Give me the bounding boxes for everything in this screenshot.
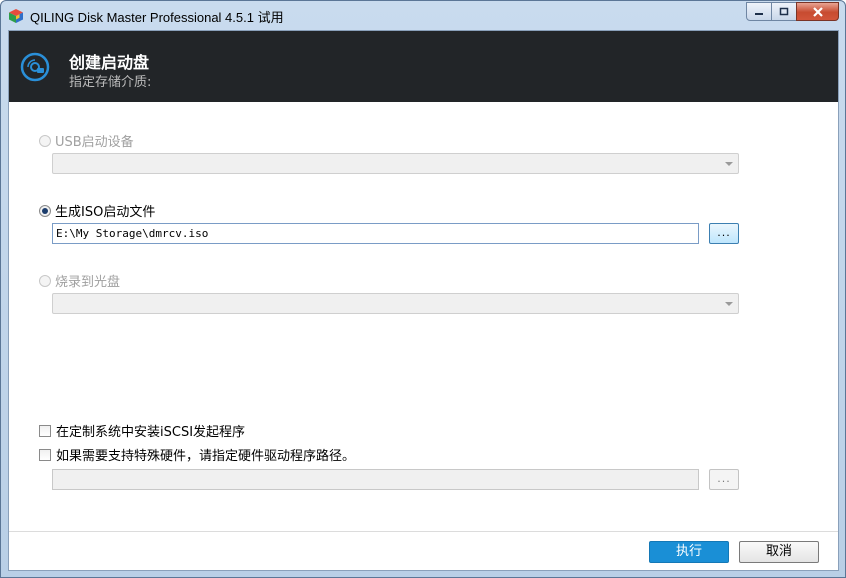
minimize-button[interactable] (746, 2, 772, 21)
drivers-checkbox[interactable] (39, 448, 51, 461)
dialog-body: 创建启动盘 指定存储介质: USB启动设备 生成ISO启动文件 E:\My St… (8, 30, 839, 571)
page-header: 创建启动盘 指定存储介质: (9, 31, 838, 102)
drivers-label: 如果需要支持特殊硬件，请指定硬件驱动程序路径。 (56, 449, 356, 464)
iscsi-option[interactable]: 在定制系统中安装iSCSI发起程序 (39, 421, 245, 440)
iso-radio[interactable] (39, 204, 51, 217)
cancel-button[interactable]: 取消 (739, 541, 819, 563)
iscsi-checkbox[interactable] (39, 424, 51, 437)
usb-device-select[interactable] (52, 153, 739, 174)
disc-option[interactable]: 烧录到光盘 (39, 271, 120, 290)
disc-radio[interactable] (39, 274, 51, 287)
driver-path-input[interactable] (52, 469, 699, 490)
iso-browse-button[interactable]: ... (709, 223, 739, 244)
app-cube-icon (9, 9, 23, 23)
execute-button[interactable]: 执行 (649, 541, 729, 563)
disc-option-label: 烧录到光盘 (55, 275, 121, 290)
iso-option[interactable]: 生成ISO启动文件 (39, 201, 155, 220)
page-subtitle: 指定存储介质: (69, 75, 152, 90)
chevron-down-icon (725, 302, 733, 306)
driver-browse-button[interactable]: ... (709, 469, 739, 490)
iso-path-input[interactable]: E:\My Storage\dmrcv.iso (52, 223, 699, 244)
drivers-option[interactable]: 如果需要支持特殊硬件，请指定硬件驱动程序路径。 (39, 445, 355, 464)
window-controls (746, 2, 839, 21)
disc-drive-select[interactable] (52, 293, 739, 314)
maximize-icon (779, 7, 789, 15)
title-bar[interactable]: QILING Disk Master Professional 4.5.1 试用 (1, 1, 845, 30)
footer-divider (9, 531, 838, 532)
close-button[interactable] (796, 2, 839, 21)
close-icon (812, 6, 823, 17)
page-title: 创建启动盘 (69, 53, 150, 72)
minimize-icon (755, 12, 763, 15)
app-window: QILING Disk Master Professional 4.5.1 试用… (0, 0, 846, 578)
chevron-down-icon (725, 162, 733, 166)
iso-option-label: 生成ISO启动文件 (55, 205, 156, 220)
boot-disc-icon (20, 52, 50, 82)
iscsi-label: 在定制系统中安装iSCSI发起程序 (56, 425, 246, 440)
usb-option-label: USB启动设备 (55, 135, 134, 150)
usb-radio[interactable] (39, 134, 51, 147)
window-title: QILING Disk Master Professional 4.5.1 试用 (30, 10, 284, 25)
maximize-button[interactable] (771, 2, 797, 21)
usb-option[interactable]: USB启动设备 (39, 131, 134, 150)
